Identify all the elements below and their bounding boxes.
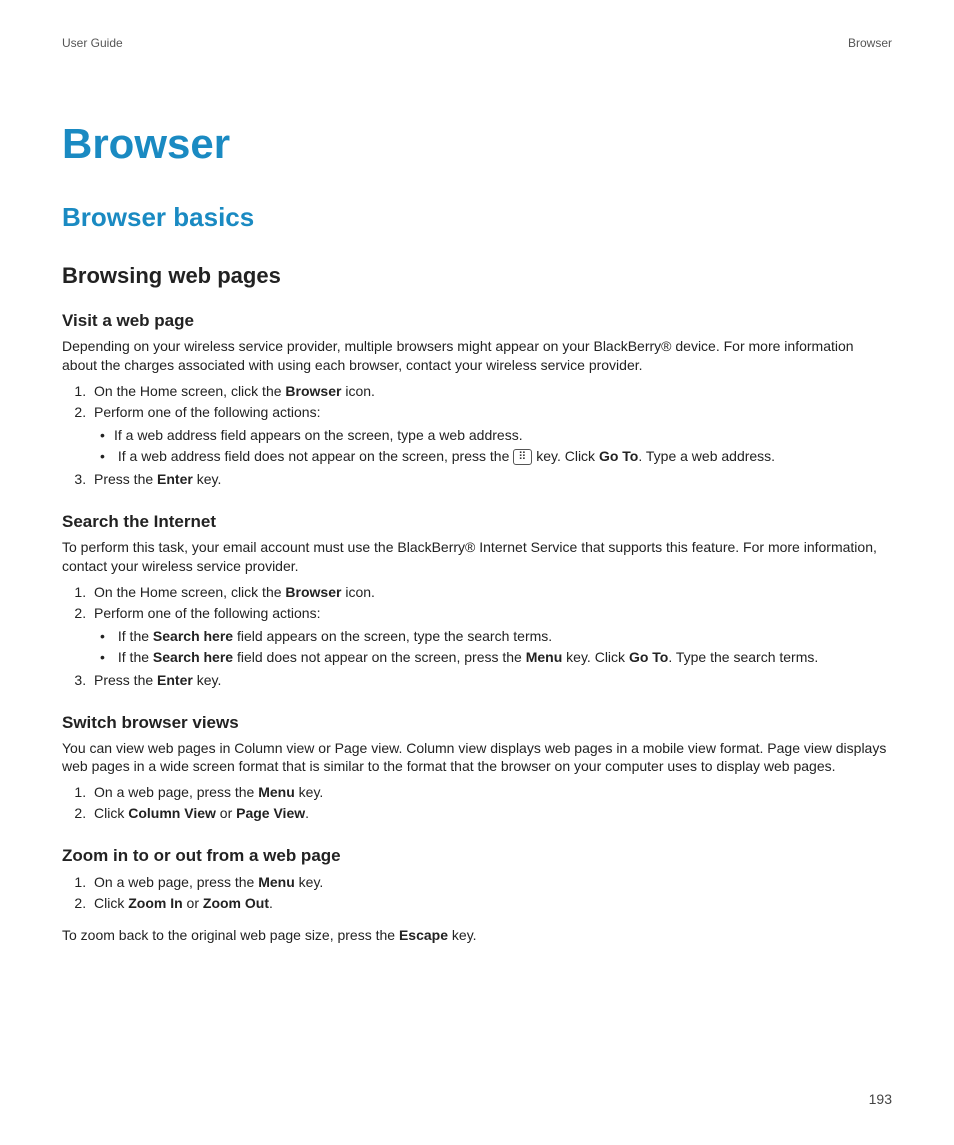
section-heading: Browsing web pages xyxy=(62,263,892,289)
text: Perform one of the following actions: xyxy=(94,404,320,420)
text: key. xyxy=(193,672,222,688)
text: On the Home screen, click the xyxy=(94,584,285,600)
zoom-heading: Zoom in to or out from a web page xyxy=(62,846,892,866)
menu-key-icon: ⠿ xyxy=(513,449,532,465)
text: Click xyxy=(94,895,128,911)
text: key. xyxy=(448,927,477,943)
text: . xyxy=(269,895,273,911)
bold-text: Menu xyxy=(526,649,563,665)
visit-bullets: If a web address field appears on the sc… xyxy=(94,425,892,467)
bold-text: Search here xyxy=(153,628,233,644)
text: or xyxy=(216,805,236,821)
bold-text: Browser xyxy=(285,584,341,600)
list-item: On the Home screen, click the Browser ic… xyxy=(90,582,892,603)
switch-block: Switch browser views You can view web pa… xyxy=(62,713,892,825)
text: . Type the search terms. xyxy=(668,649,818,665)
bold-text: Menu xyxy=(258,784,295,800)
bold-text: Menu xyxy=(258,874,295,890)
page-title: Browser xyxy=(62,120,892,168)
visit-intro: Depending on your wireless service provi… xyxy=(62,337,892,375)
text: On a web page, press the xyxy=(94,784,258,800)
zoom-steps: On a web page, press the Menu key. Click… xyxy=(62,872,892,914)
list-item: Perform one of the following actions: If… xyxy=(90,402,892,467)
list-item: If the Search here field does not appear… xyxy=(114,647,892,668)
bold-text: Column View xyxy=(128,805,216,821)
header-right: Browser xyxy=(848,36,892,50)
visit-block: Visit a web page Depending on your wirel… xyxy=(62,311,892,490)
list-item: On a web page, press the Menu key. xyxy=(90,872,892,893)
bold-text: Go To xyxy=(629,649,668,665)
bold-text: Go To xyxy=(599,448,638,464)
text: field does not appear on the screen, pre… xyxy=(233,649,526,665)
text: Press the xyxy=(94,672,157,688)
switch-steps: On a web page, press the Menu key. Click… xyxy=(62,782,892,824)
list-item: If a web address field appears on the sc… xyxy=(114,425,892,446)
search-heading: Search the Internet xyxy=(62,512,892,532)
text: To zoom back to the original web page si… xyxy=(62,927,399,943)
bold-text: Zoom Out xyxy=(203,895,269,911)
text: . Type a web address. xyxy=(638,448,775,464)
list-item: Click Zoom In or Zoom Out. xyxy=(90,893,892,914)
search-steps: On the Home screen, click the Browser ic… xyxy=(62,582,892,691)
text: key. Click xyxy=(562,649,629,665)
text: If a web address field does not appear o… xyxy=(118,448,513,464)
bold-text: Escape xyxy=(399,927,448,943)
list-item: If the Search here field appears on the … xyxy=(114,626,892,647)
text: key. Click xyxy=(532,448,599,464)
visit-steps: On the Home screen, click the Browser ic… xyxy=(62,381,892,490)
search-block: Search the Internet To perform this task… xyxy=(62,512,892,691)
text: icon. xyxy=(341,584,374,600)
page-header: User Guide Browser xyxy=(62,36,892,50)
text: key. xyxy=(295,874,324,890)
text: icon. xyxy=(341,383,374,399)
text: key. xyxy=(295,784,324,800)
header-left: User Guide xyxy=(62,36,123,50)
list-item: On the Home screen, click the Browser ic… xyxy=(90,381,892,402)
text: Click xyxy=(94,805,128,821)
bold-text: Enter xyxy=(157,471,193,487)
search-bullets: If the Search here field appears on the … xyxy=(94,626,892,668)
bold-text: Page View xyxy=(236,805,305,821)
text: or xyxy=(183,895,203,911)
zoom-block: Zoom in to or out from a web page On a w… xyxy=(62,846,892,945)
list-item: Press the Enter key. xyxy=(90,469,892,490)
text: If the xyxy=(118,649,153,665)
text: field appears on the screen, type the se… xyxy=(233,628,552,644)
switch-intro: You can view web pages in Column view or… xyxy=(62,739,892,777)
bold-text: Zoom In xyxy=(128,895,182,911)
bold-text: Browser xyxy=(285,383,341,399)
bold-text: Enter xyxy=(157,672,193,688)
text: Perform one of the following actions: xyxy=(94,605,320,621)
search-intro: To perform this task, your email account… xyxy=(62,538,892,576)
visit-heading: Visit a web page xyxy=(62,311,892,331)
text: On a web page, press the xyxy=(94,874,258,890)
text: On the Home screen, click the xyxy=(94,383,285,399)
list-item: Perform one of the following actions: If… xyxy=(90,603,892,668)
list-item: Press the Enter key. xyxy=(90,670,892,691)
list-item: On a web page, press the Menu key. xyxy=(90,782,892,803)
bold-text: Search here xyxy=(153,649,233,665)
list-item: If a web address field does not appear o… xyxy=(114,446,892,467)
text: Press the xyxy=(94,471,157,487)
page-number: 193 xyxy=(869,1091,892,1107)
text: . xyxy=(305,805,309,821)
switch-heading: Switch browser views xyxy=(62,713,892,733)
text: key. xyxy=(193,471,222,487)
document-page: User Guide Browser Browser Browser basic… xyxy=(0,0,954,1145)
text: If the xyxy=(118,628,153,644)
page-subtitle: Browser basics xyxy=(62,202,892,233)
list-item: Click Column View or Page View. xyxy=(90,803,892,824)
zoom-outro: To zoom back to the original web page si… xyxy=(62,926,892,945)
